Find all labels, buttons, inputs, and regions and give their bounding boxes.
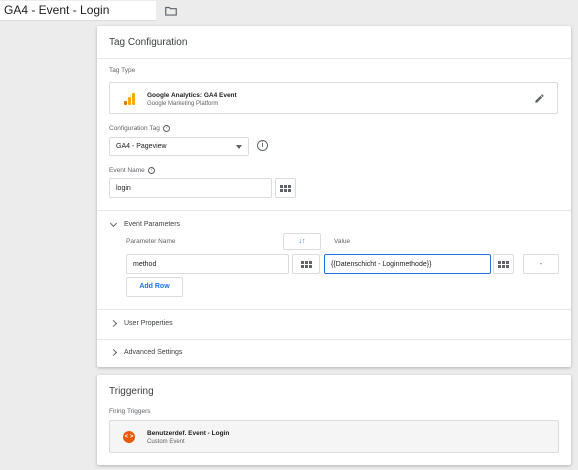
help-icon[interactable]: ? bbox=[162, 125, 170, 132]
config-tag-select[interactable]: GA4 - Pageview bbox=[109, 137, 249, 156]
trigger-name: Benutzerdef. Event - Login bbox=[147, 430, 230, 437]
tag-type-vendor: Google Marketing Platform bbox=[147, 101, 219, 107]
info-icon[interactable]: i bbox=[257, 140, 268, 151]
triggering-card: Triggering Firing Triggers < > Benutzerd… bbox=[97, 375, 571, 465]
config-tag-label: Configuration Tag bbox=[109, 125, 160, 133]
user-properties-title: User Properties bbox=[124, 320, 173, 327]
parameter-name-input[interactable]: method bbox=[126, 254, 289, 274]
variable-brick-icon bbox=[280, 184, 291, 192]
parameter-name-header: Parameter Name bbox=[126, 238, 176, 245]
event-parameters-toggle[interactable]: Event Parameters bbox=[109, 219, 181, 228]
variable-picker-button[interactable] bbox=[275, 178, 296, 198]
edit-pencil-icon[interactable] bbox=[534, 93, 545, 104]
event-name-input[interactable]: login bbox=[109, 178, 272, 198]
event-name-label-row: Event Name? bbox=[109, 167, 155, 174]
trigger-type: Custom Event bbox=[147, 439, 185, 445]
variable-picker-button[interactable] bbox=[292, 254, 320, 274]
chevron-down-icon bbox=[109, 219, 118, 227]
variable-picker-button[interactable] bbox=[493, 254, 514, 274]
tag-type-name: Google Analytics: GA4 Event bbox=[147, 92, 237, 99]
tag-name-input[interactable]: GA4 - Event - Login bbox=[0, 1, 156, 21]
tag-configuration-card: Tag Configuration Tag Type Google Analyt… bbox=[97, 26, 571, 367]
trigger-item[interactable]: < > Benutzerdef. Event - Login Custom Ev… bbox=[109, 420, 559, 453]
config-tag-label-row: Configuration Tag? bbox=[109, 125, 170, 132]
add-row-button[interactable]: Add Row bbox=[126, 277, 183, 297]
remove-row-button[interactable]: - bbox=[523, 254, 559, 274]
custom-event-trigger-icon: < > bbox=[123, 431, 135, 443]
advanced-settings-toggle[interactable]: Advanced Settings bbox=[109, 348, 183, 357]
triggering-title: Triggering bbox=[109, 386, 154, 397]
tag-type-selector[interactable]: Google Analytics: GA4 Event Google Marke… bbox=[109, 82, 558, 114]
tag-configuration-title: Tag Configuration bbox=[97, 26, 571, 59]
firing-triggers-label: Firing Triggers bbox=[109, 408, 151, 415]
user-properties-toggle[interactable]: User Properties bbox=[109, 319, 173, 328]
chevron-right-icon bbox=[109, 319, 118, 328]
variable-brick-icon bbox=[300, 260, 312, 268]
sort-button[interactable]: ↓↑ bbox=[283, 233, 321, 250]
divider bbox=[97, 339, 571, 340]
variable-brick-icon bbox=[498, 260, 509, 268]
help-icon[interactable]: ? bbox=[147, 167, 155, 174]
config-tag-value: GA4 - Pageview bbox=[116, 143, 167, 150]
value-header: Value bbox=[334, 238, 351, 245]
tag-type-label: Tag Type bbox=[109, 67, 136, 74]
top-bar: GA4 - Event - Login bbox=[0, 0, 578, 24]
advanced-settings-title: Advanced Settings bbox=[124, 349, 183, 356]
folder-icon[interactable] bbox=[164, 4, 178, 18]
google-analytics-icon bbox=[124, 93, 136, 105]
chevron-right-icon bbox=[109, 348, 118, 357]
divider bbox=[97, 210, 571, 211]
event-name-label: Event Name bbox=[109, 167, 145, 175]
divider bbox=[97, 309, 571, 310]
event-parameters-title: Event Parameters bbox=[124, 221, 181, 228]
dropdown-caret-icon bbox=[236, 145, 242, 149]
parameter-value-input[interactable]: {{Datenschicht - Loginmethode}} bbox=[324, 254, 491, 274]
